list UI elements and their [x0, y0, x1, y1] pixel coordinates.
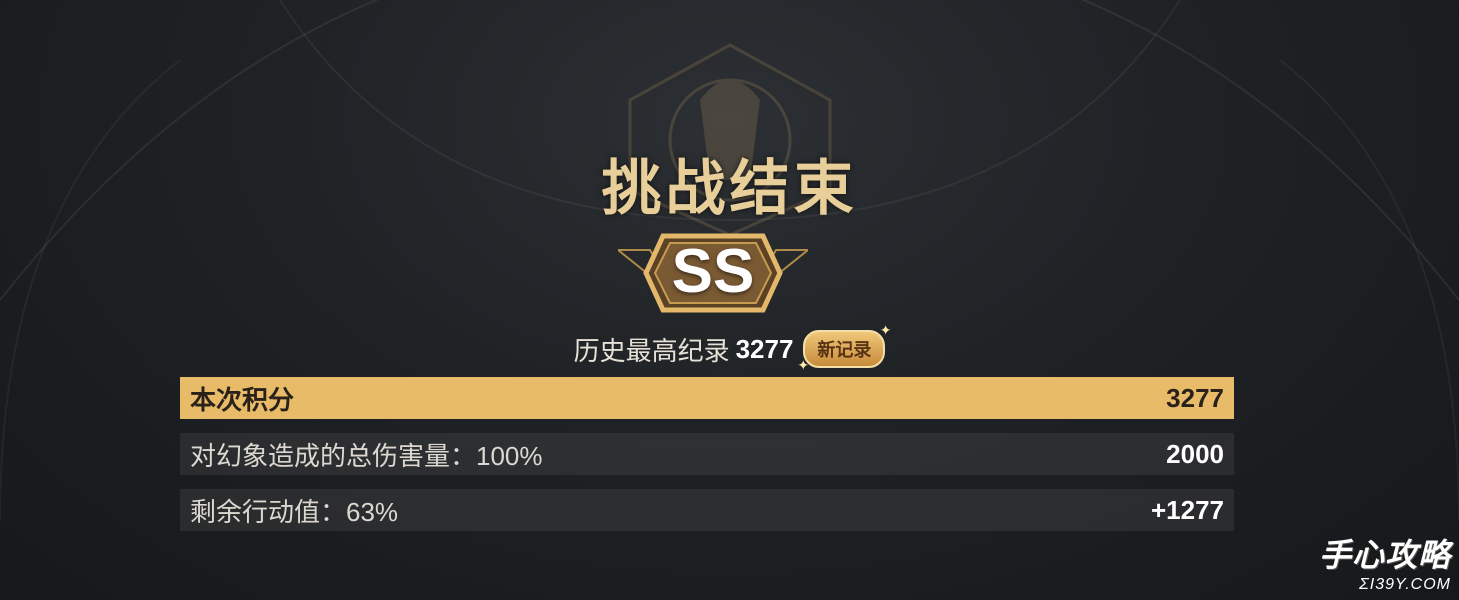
row-value: 3277 — [1166, 382, 1224, 413]
challenge-end-title: 挑战结束 — [601, 155, 858, 222]
new-record-badge: 新记录 ✦ ✦ — [797, 322, 891, 373]
sparkle-icon: ✦ — [879, 322, 892, 338]
new-record-badge-label: 新记录 — [817, 340, 872, 360]
best-record-value: 3277 — [735, 333, 794, 364]
score-row-damage: 对幻象造成的总伤害量：100% 2000 — [180, 433, 1234, 475]
site-watermark: 手心攻略 ΣΙ39Υ.COΜ — [1319, 530, 1451, 594]
best-record-row: 历史最高纪录 3277 新记录 ✦ ✦ — [0, 322, 1459, 373]
best-record-label: 历史最高纪录 — [573, 335, 730, 366]
row-label: 本次积分 — [190, 384, 295, 415]
row-value: +1277 — [1150, 494, 1224, 525]
watermark-sub: ΣΙ39Υ.COΜ — [1359, 576, 1451, 593]
score-row-total: 本次积分 3277 — [180, 377, 1234, 419]
score-row-action-value: 剩余行动值：63% +1277 — [180, 489, 1234, 531]
watermark-main: 手心攻略 — [1318, 537, 1451, 573]
row-label: 对幻象造成的总伤害量：100% — [190, 440, 543, 471]
sparkle-icon: ✦ — [797, 357, 810, 373]
row-label: 剩余行动值：63% — [190, 496, 399, 527]
row-value: 2000 — [1166, 438, 1224, 469]
rank-grade: SS — [671, 237, 755, 306]
score-breakdown: 本次积分 3277 对幻象造成的总伤害量：100% 2000 剩余行动值：63%… — [180, 377, 1234, 545]
